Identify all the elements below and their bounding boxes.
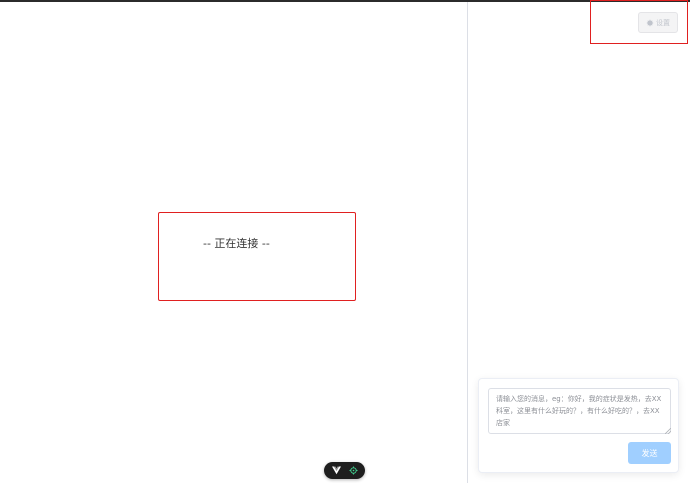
target-icon[interactable] bbox=[348, 466, 358, 475]
message-input[interactable] bbox=[488, 388, 671, 434]
settings-button[interactable]: 设置 bbox=[638, 12, 678, 33]
gear-icon bbox=[646, 19, 654, 26]
connection-status-text: -- 正在连接 -- bbox=[203, 237, 270, 250]
vue-logo-icon[interactable] bbox=[331, 466, 341, 475]
chat-input-card: 发送 bbox=[478, 378, 679, 473]
send-button[interactable]: 发送 bbox=[628, 442, 671, 464]
connection-status-box: -- 正在连接 -- bbox=[158, 212, 356, 301]
settings-button-label: 设置 bbox=[656, 19, 670, 27]
resize-grip-icon[interactable] bbox=[665, 428, 671, 434]
vue-devtools-toggle[interactable] bbox=[324, 462, 365, 479]
